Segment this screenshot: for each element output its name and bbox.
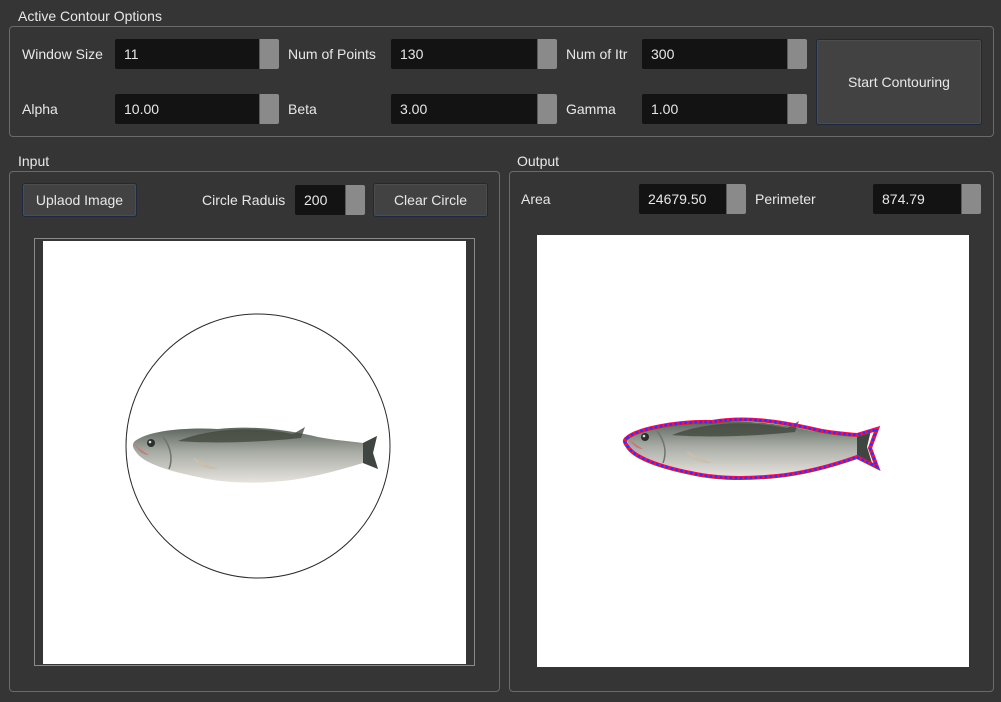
output-image-svg	[622, 417, 881, 480]
perimeter-value: 874.79	[882, 191, 925, 207]
perimeter-label: Perimeter	[755, 191, 816, 207]
alpha-label: Alpha	[22, 101, 58, 117]
input-image-view[interactable]	[43, 241, 466, 664]
num-itr-label: Num of Itr	[566, 46, 628, 62]
gamma-value: 1.00	[651, 101, 679, 117]
area-field: 24679.50	[639, 184, 746, 214]
num-points-label: Num of Points	[288, 46, 376, 62]
output-image-view[interactable]	[537, 235, 969, 667]
fish-image	[132, 427, 378, 483]
gamma-spin-arrows[interactable]	[787, 94, 807, 124]
window-size-label: Window Size	[22, 46, 103, 62]
circle-radius-label: Circle Raduis	[202, 192, 286, 208]
alpha-spin-arrows[interactable]	[259, 94, 279, 124]
upload-image-button[interactable]: Uplaod Image	[22, 183, 137, 217]
circle-radius-value: 200	[304, 192, 328, 208]
input-image-svg	[125, 313, 391, 579]
perimeter-spin-arrows	[961, 184, 981, 214]
num-itr-value: 300	[651, 46, 675, 62]
circle-radius-spin-arrows[interactable]	[345, 185, 365, 215]
circle-radius-spinbox[interactable]: 200	[295, 185, 365, 215]
area-spin-arrows	[726, 184, 746, 214]
perimeter-field: 874.79	[873, 184, 981, 214]
num-itr-spinbox[interactable]: 300	[642, 39, 807, 69]
clear-circle-button[interactable]: Clear Circle	[373, 183, 488, 217]
beta-value: 3.00	[400, 101, 428, 117]
num-itr-spin-arrows[interactable]	[787, 39, 807, 69]
area-label: Area	[521, 191, 551, 207]
alpha-value: 10.00	[124, 101, 160, 117]
input-title: Input	[16, 153, 52, 169]
output-title: Output	[515, 153, 562, 169]
num-points-spin-arrows[interactable]	[537, 39, 557, 69]
window-size-value: 11	[124, 46, 139, 62]
alpha-spinbox[interactable]: 10.00	[115, 94, 279, 124]
window-size-spin-arrows[interactable]	[259, 39, 279, 69]
active-contour-title: Active Contour Options	[16, 8, 164, 24]
area-value: 24679.50	[648, 191, 707, 207]
beta-label: Beta	[288, 101, 317, 117]
beta-spin-arrows[interactable]	[537, 94, 557, 124]
window-size-spinbox[interactable]: 11	[115, 39, 279, 69]
num-points-spinbox[interactable]: 130	[391, 39, 557, 69]
gamma-label: Gamma	[566, 101, 616, 117]
gamma-spinbox[interactable]: 1.00	[642, 94, 807, 124]
start-contouring-button[interactable]: Start Contouring	[816, 39, 982, 125]
beta-spinbox[interactable]: 3.00	[391, 94, 557, 124]
num-points-value: 130	[400, 46, 424, 62]
